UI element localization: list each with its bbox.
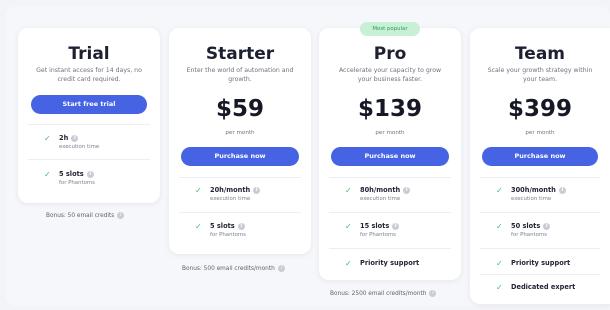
check-icon: ✓	[496, 259, 503, 268]
feature-sub: for Phantoms	[360, 232, 396, 238]
plan-card-pro: Pro Accelerate your capacity to grow you…	[319, 28, 461, 280]
plan-price: $139	[357, 96, 422, 122]
price-period: per month	[225, 130, 255, 136]
feature-sub: for Phantoms	[210, 232, 246, 238]
divider	[329, 248, 451, 249]
bonus-starter: Bonus: 500 email credits/month i	[182, 265, 285, 272]
check-icon: ✓	[195, 186, 202, 195]
feature-sub: execution time	[210, 196, 251, 202]
info-icon[interactable]: i	[429, 290, 437, 297]
feature-value: Priority support	[360, 259, 420, 267]
feature-value: Priority support	[511, 259, 571, 267]
check-icon: ✓	[496, 222, 503, 231]
feature-value: 2h	[59, 134, 69, 142]
feature-value: 300h/month	[511, 186, 556, 194]
bonus-text: Bonus: 500 email credits/month	[182, 266, 275, 272]
info-icon[interactable]: i	[403, 186, 411, 194]
feature-sub: execution time	[59, 144, 100, 150]
info-icon[interactable]: i	[543, 222, 551, 230]
purchase-button-pro[interactable]: Purchase now	[331, 147, 449, 166]
plan-card-team: Team Scale your growth strategy within y…	[470, 28, 610, 304]
info-icon[interactable]: i	[86, 170, 94, 178]
plan-card-trial: Trial Get instant access for 14 days, no…	[18, 28, 160, 203]
feature-value: 5 slots	[210, 222, 235, 230]
bonus-text: Bonus: 2500 email credits/month	[330, 291, 427, 297]
feature-value: 15 slots	[360, 222, 390, 230]
divider	[28, 124, 150, 125]
check-icon: ✓	[44, 134, 51, 143]
bonus-pro: Bonus: 2500 email credits/month i	[330, 290, 437, 297]
feature-sub: for Phantoms	[511, 232, 547, 238]
plan-description: Enter the world of automation and growth…	[186, 67, 294, 83]
feature-sub: execution time	[511, 196, 552, 202]
plan-price: $59	[215, 96, 264, 122]
check-icon: ✓	[345, 259, 352, 268]
plan-title: Trial	[68, 44, 110, 64]
feature-sub: execution time	[360, 196, 401, 202]
purchase-button-starter[interactable]: Purchase now	[181, 147, 299, 166]
plan-title: Team	[514, 44, 566, 64]
bonus-text: Bonus: 50 email credits	[46, 213, 115, 219]
check-icon: ✓	[44, 170, 51, 179]
price-period: per month	[375, 130, 405, 136]
info-icon[interactable]: i	[237, 222, 245, 230]
info-icon[interactable]: i	[392, 222, 400, 230]
info-icon[interactable]: i	[277, 265, 285, 272]
feature-value: 80h/month	[360, 186, 401, 194]
start-free-trial-button[interactable]: Start free trial	[31, 95, 147, 114]
price-period: per month	[525, 130, 555, 136]
divider	[480, 177, 600, 178]
divider	[480, 248, 600, 249]
info-icon[interactable]: i	[71, 134, 79, 142]
feature-value: 20h/month	[210, 186, 251, 194]
check-icon: ✓	[195, 222, 202, 231]
purchase-button-team[interactable]: Purchase now	[482, 147, 598, 166]
plan-title: Pro	[373, 44, 407, 64]
feature-value: 5 slots	[59, 170, 84, 178]
divider	[480, 274, 600, 275]
plan-description: Scale your growth strategy within your t…	[487, 67, 593, 83]
divider	[179, 177, 301, 178]
check-icon: ✓	[496, 186, 503, 195]
divider	[329, 212, 451, 213]
info-icon[interactable]: i	[253, 186, 261, 194]
feature-sub: for Phantoms	[59, 180, 95, 186]
check-icon: ✓	[345, 222, 352, 231]
divider	[179, 212, 301, 213]
check-icon: ✓	[345, 186, 352, 195]
plan-card-starter: Starter Enter the world of automation an…	[169, 28, 311, 254]
divider	[329, 177, 451, 178]
feature-value: 50 slots	[511, 222, 541, 230]
most-popular-badge: Most popular	[360, 22, 420, 36]
info-icon[interactable]: i	[558, 186, 566, 194]
info-icon[interactable]: i	[117, 212, 125, 219]
plan-description: Accelerate your capacity to grow your bu…	[338, 67, 442, 83]
divider	[28, 159, 150, 160]
plan-price: $399	[507, 96, 572, 122]
plan-title: Starter	[205, 44, 275, 64]
bonus-trial: Bonus: 50 email credits i	[46, 212, 125, 219]
plan-description: Get instant access for 14 days, no credi…	[36, 67, 142, 83]
feature-value: Dedicated expert	[511, 283, 576, 291]
divider	[480, 212, 600, 213]
check-icon: ✓	[496, 283, 503, 292]
